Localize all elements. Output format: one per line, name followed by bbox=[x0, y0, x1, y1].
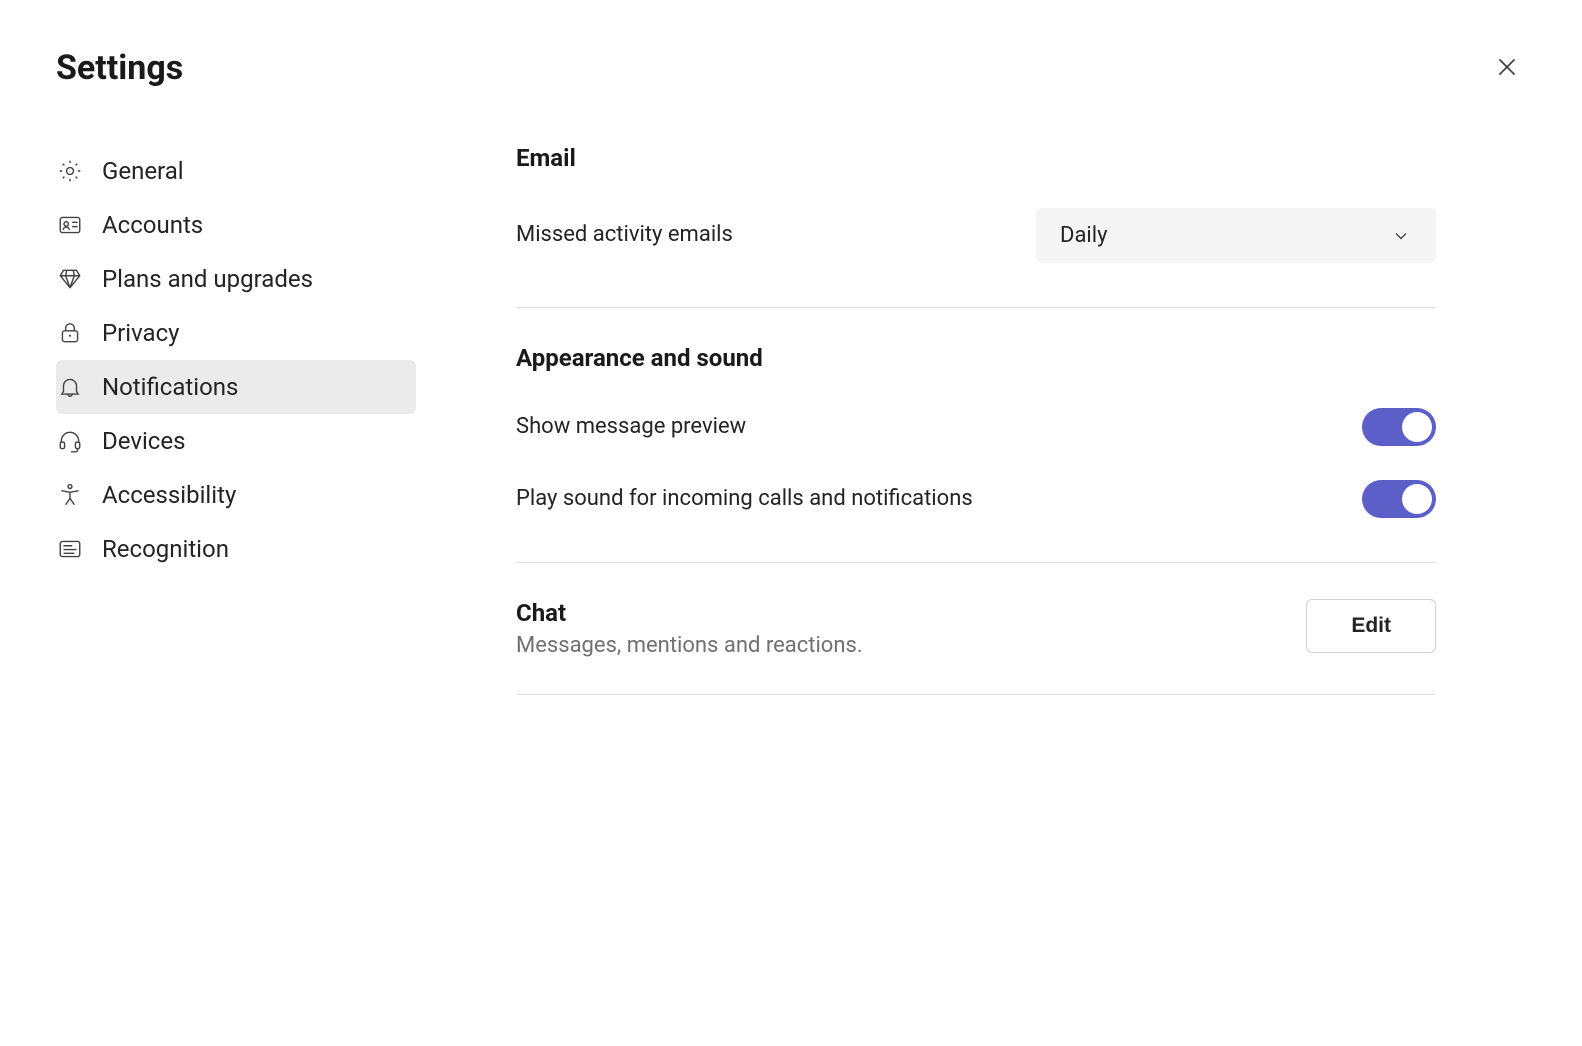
bell-icon bbox=[56, 373, 84, 401]
sidebar-item-recognition[interactable]: Recognition bbox=[56, 522, 416, 576]
toggle-knob bbox=[1402, 412, 1432, 442]
headset-icon bbox=[56, 427, 84, 455]
show-preview-row: Show message preview bbox=[516, 400, 1436, 454]
sidebar-item-label: Privacy bbox=[102, 319, 180, 347]
chat-section-title: Chat bbox=[516, 599, 863, 627]
sidebar-item-label: General bbox=[102, 157, 184, 185]
play-sound-row: Play sound for incoming calls and notifi… bbox=[516, 472, 1436, 526]
gear-icon bbox=[56, 157, 84, 185]
sidebar-item-plans[interactable]: Plans and upgrades bbox=[56, 252, 416, 306]
sidebar-item-label: Plans and upgrades bbox=[102, 265, 313, 293]
toggle-knob bbox=[1402, 484, 1432, 514]
settings-sidebar: General Accounts Plans and upgrades Priv… bbox=[56, 144, 416, 731]
recognition-icon bbox=[56, 535, 84, 563]
sidebar-item-devices[interactable]: Devices bbox=[56, 414, 416, 468]
chat-subtitle: Messages, mentions and reactions. bbox=[516, 633, 863, 658]
sidebar-item-accessibility[interactable]: Accessibility bbox=[56, 468, 416, 522]
chat-edit-button[interactable]: Edit bbox=[1306, 599, 1436, 653]
appearance-section-title: Appearance and sound bbox=[516, 344, 1436, 372]
close-button[interactable] bbox=[1488, 48, 1526, 89]
missed-activity-label: Missed activity emails bbox=[516, 218, 733, 252]
sidebar-item-label: Accounts bbox=[102, 211, 203, 239]
sidebar-item-privacy[interactable]: Privacy bbox=[56, 306, 416, 360]
play-sound-toggle[interactable] bbox=[1362, 480, 1436, 518]
chat-section-row: Chat Messages, mentions and reactions. E… bbox=[516, 599, 1436, 658]
email-section-title: Email bbox=[516, 144, 1436, 172]
settings-content: Email Missed activity emails Daily Appea… bbox=[416, 144, 1436, 731]
settings-header: Settings bbox=[56, 48, 1526, 88]
play-sound-label: Play sound for incoming calls and notifi… bbox=[516, 482, 973, 516]
dropdown-value: Daily bbox=[1060, 223, 1108, 248]
section-divider bbox=[516, 694, 1436, 695]
section-divider bbox=[516, 307, 1436, 308]
lock-icon bbox=[56, 319, 84, 347]
sidebar-item-label: Devices bbox=[102, 427, 185, 455]
accessibility-icon bbox=[56, 481, 84, 509]
sidebar-item-general[interactable]: General bbox=[56, 144, 416, 198]
show-preview-toggle[interactable] bbox=[1362, 408, 1436, 446]
missed-activity-row: Missed activity emails Daily bbox=[516, 200, 1436, 271]
diamond-icon bbox=[56, 265, 84, 293]
sidebar-item-notifications[interactable]: Notifications bbox=[56, 360, 416, 414]
id-card-icon bbox=[56, 211, 84, 239]
section-divider bbox=[516, 562, 1436, 563]
missed-activity-dropdown[interactable]: Daily bbox=[1036, 208, 1436, 263]
sidebar-item-label: Accessibility bbox=[102, 481, 236, 509]
sidebar-item-accounts[interactable]: Accounts bbox=[56, 198, 416, 252]
sidebar-item-label: Notifications bbox=[102, 373, 238, 401]
page-title: Settings bbox=[56, 48, 183, 88]
chat-header-text: Chat Messages, mentions and reactions. bbox=[516, 599, 863, 658]
chevron-down-icon bbox=[1390, 225, 1412, 247]
sidebar-item-label: Recognition bbox=[102, 535, 229, 563]
close-icon bbox=[1494, 54, 1520, 83]
show-preview-label: Show message preview bbox=[516, 410, 746, 444]
